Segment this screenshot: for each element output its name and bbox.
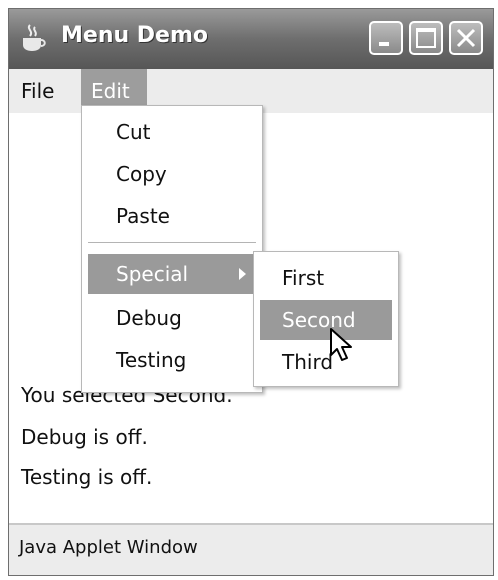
submenu-item-first[interactable]: First <box>260 258 392 298</box>
menu-item-testing[interactable]: Testing <box>88 340 256 380</box>
status-bar-label: Java Applet Window <box>19 537 198 558</box>
special-submenu-popup: First Second Third <box>253 251 399 387</box>
maximize-button[interactable] <box>409 21 443 55</box>
testing-message: Testing is off. <box>21 465 153 489</box>
menu-item-debug[interactable]: Debug <box>88 298 256 338</box>
submenu-arrow-icon <box>239 268 246 280</box>
menu-item-special-label: Special <box>116 262 189 286</box>
edit-menu-popup: Cut Copy Paste Special Debug Testing <box>81 105 263 393</box>
status-bar: Java Applet Window <box>9 523 493 575</box>
menu-file[interactable]: File <box>11 69 64 113</box>
maximize-icon <box>416 28 436 48</box>
close-button[interactable] <box>449 21 483 55</box>
mouse-pointer-icon <box>329 327 355 367</box>
submenu-item-third[interactable]: Third <box>260 342 392 382</box>
menu-item-paste[interactable]: Paste <box>88 196 256 236</box>
java-cup-icon <box>19 23 47 53</box>
title-bar[interactable]: Menu Demo <box>9 9 493 69</box>
submenu-item-second[interactable]: Second <box>260 300 392 340</box>
menu-separator <box>88 242 256 243</box>
minimize-button[interactable] <box>369 21 403 55</box>
menu-item-cut[interactable]: Cut <box>88 112 256 152</box>
menu-item-special[interactable]: Special <box>88 254 256 294</box>
window-title: Menu Demo <box>61 23 209 48</box>
debug-message: Debug is off. <box>21 425 148 449</box>
close-icon <box>456 28 476 48</box>
menu-item-copy[interactable]: Copy <box>88 154 256 194</box>
minimize-icon <box>379 42 389 46</box>
applet-window: Menu Demo File Edit You selected Second.… <box>8 8 494 576</box>
